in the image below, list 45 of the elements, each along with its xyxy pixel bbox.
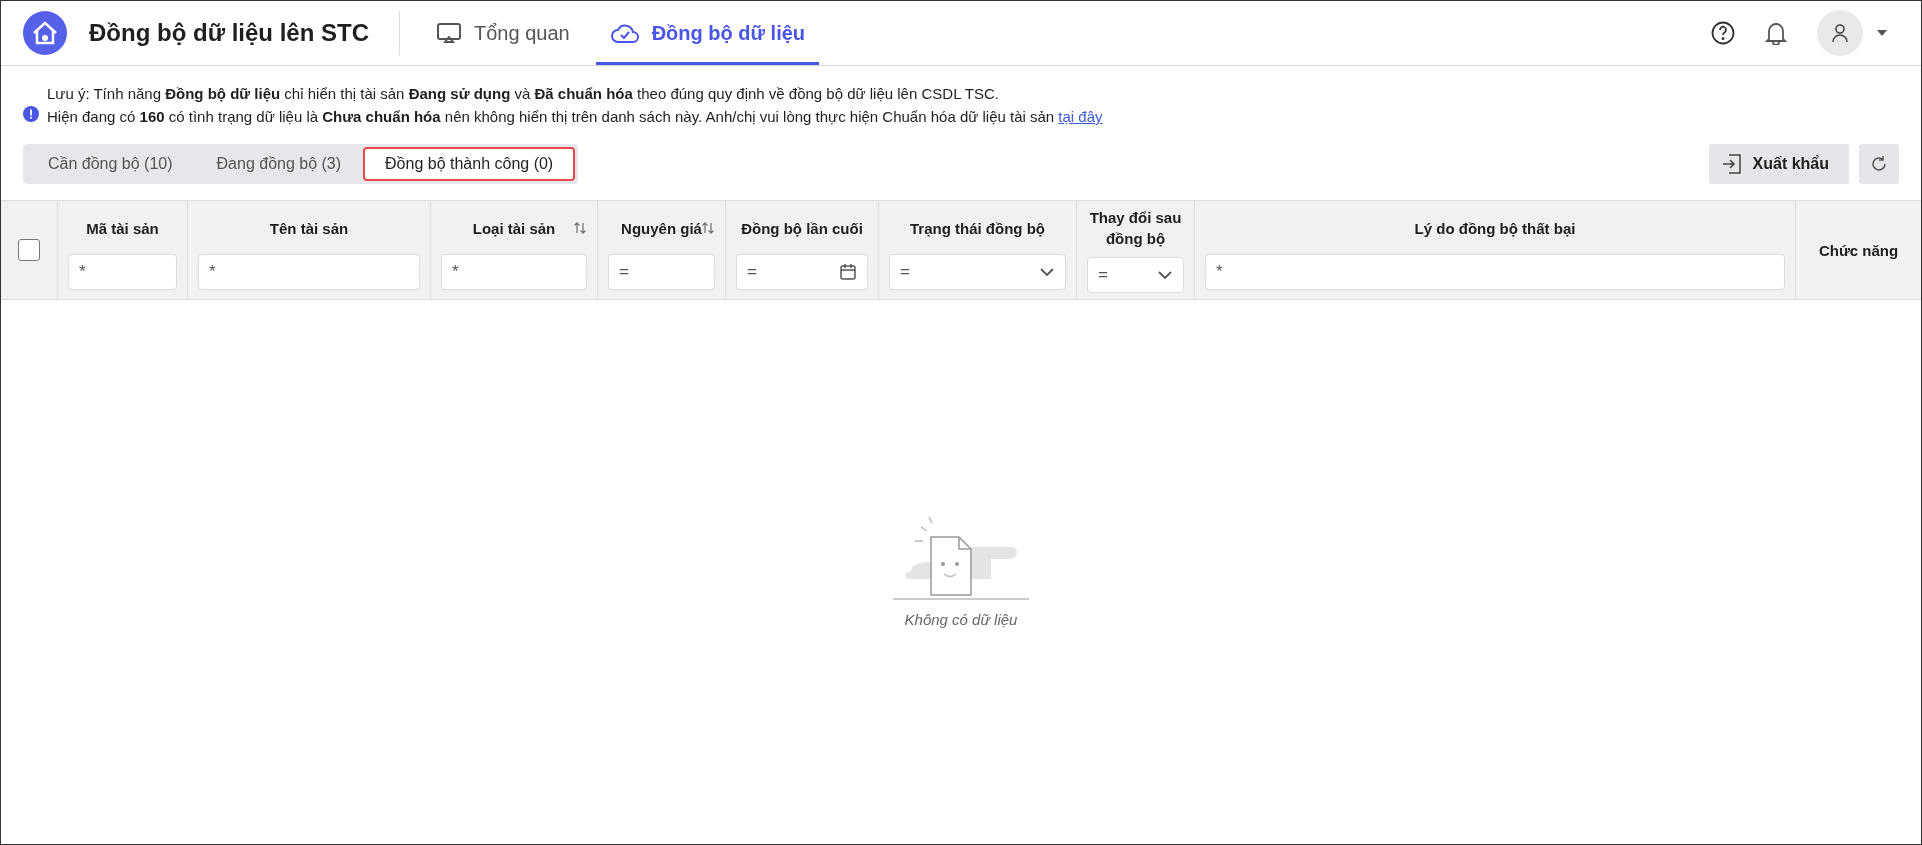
column-header: Thay đổi sau đồng bộ bbox=[1088, 208, 1183, 249]
info-icon bbox=[23, 106, 39, 122]
page-title: Đồng bộ dữ liệu lên STC bbox=[89, 19, 370, 47]
help-icon[interactable] bbox=[1711, 21, 1735, 45]
empty-message: Không có dữ liệu bbox=[904, 610, 1018, 628]
calendar-icon bbox=[839, 263, 857, 281]
notice-text: Lưu ý: Tính năng Đồng bộ dữ liệu chỉ hiển thị tài sản Đang sử dụng và Đã chuẩn hóa theo đúng quy định về đồng bộ dữ liệu lên CSDL TSC. bbox=[47, 84, 1000, 104]
export-button[interactable]: Xuất khẩu bbox=[1708, 144, 1849, 184]
cloud-check-icon bbox=[609, 22, 640, 44]
column-header: Trạng thái đồng bộ bbox=[910, 218, 1045, 239]
column-header: Đồng bộ lần cuối bbox=[741, 218, 863, 239]
notice-text: Hiện đang có 160 có tình trạng dữ liệu là Chưa chuẩn hóa nên không hiển thị trên danh sách này. Anh/chị vui lòng thực hiện Chuẩn hóa dữ liệu tài sản bbox=[47, 108, 1055, 125]
column-header: Lý do đồng bộ thất bại bbox=[1414, 218, 1576, 239]
caret-down-icon[interactable] bbox=[1877, 30, 1887, 36]
sort-icon[interactable] bbox=[701, 221, 715, 235]
nav-tab[interactable]: Tổng quan bbox=[422, 1, 584, 65]
select-all-checkbox[interactable] bbox=[18, 239, 40, 261]
filter-field[interactable]: = bbox=[608, 254, 715, 290]
filter-dropdown[interactable]: = bbox=[889, 254, 1066, 290]
filter-field[interactable]: * bbox=[441, 254, 587, 290]
chevron-down-icon bbox=[1039, 267, 1055, 277]
sort-icon[interactable] bbox=[573, 221, 587, 235]
chevron-down-icon bbox=[1157, 270, 1173, 280]
house-logo-icon bbox=[23, 11, 67, 55]
monitor-icon bbox=[436, 21, 463, 45]
bell-icon[interactable] bbox=[1765, 21, 1787, 45]
nav-tab[interactable]: Đồng bộ dữ liệu bbox=[595, 1, 820, 65]
column-header: Mã tài sản bbox=[86, 218, 159, 239]
column-header: Chức năng bbox=[1818, 240, 1899, 261]
column-header: Tên tài sản bbox=[269, 218, 349, 239]
user-avatar[interactable] bbox=[1817, 10, 1863, 56]
filter-dropdown[interactable]: = bbox=[1087, 257, 1184, 293]
column-header: Nguyên giá bbox=[621, 218, 702, 239]
refresh-icon bbox=[1870, 155, 1888, 173]
filter-field[interactable]: * bbox=[198, 254, 420, 290]
here-link[interactable]: tại đây bbox=[1058, 108, 1103, 125]
filter-field[interactable]: * bbox=[68, 254, 177, 290]
filter-field[interactable]: * bbox=[1205, 254, 1785, 290]
status-tab[interactable]: Đồng bộ thành công (0) bbox=[363, 147, 576, 181]
status-tab[interactable]: Cần đồng bộ (10) bbox=[26, 147, 195, 181]
export-icon bbox=[1720, 153, 1743, 175]
status-tab[interactable]: Đang đồng bộ (3) bbox=[194, 147, 364, 181]
date-filter-field[interactable]: = bbox=[736, 254, 868, 290]
column-header: Loại tài sản bbox=[472, 218, 556, 239]
refresh-button[interactable] bbox=[1859, 144, 1899, 184]
